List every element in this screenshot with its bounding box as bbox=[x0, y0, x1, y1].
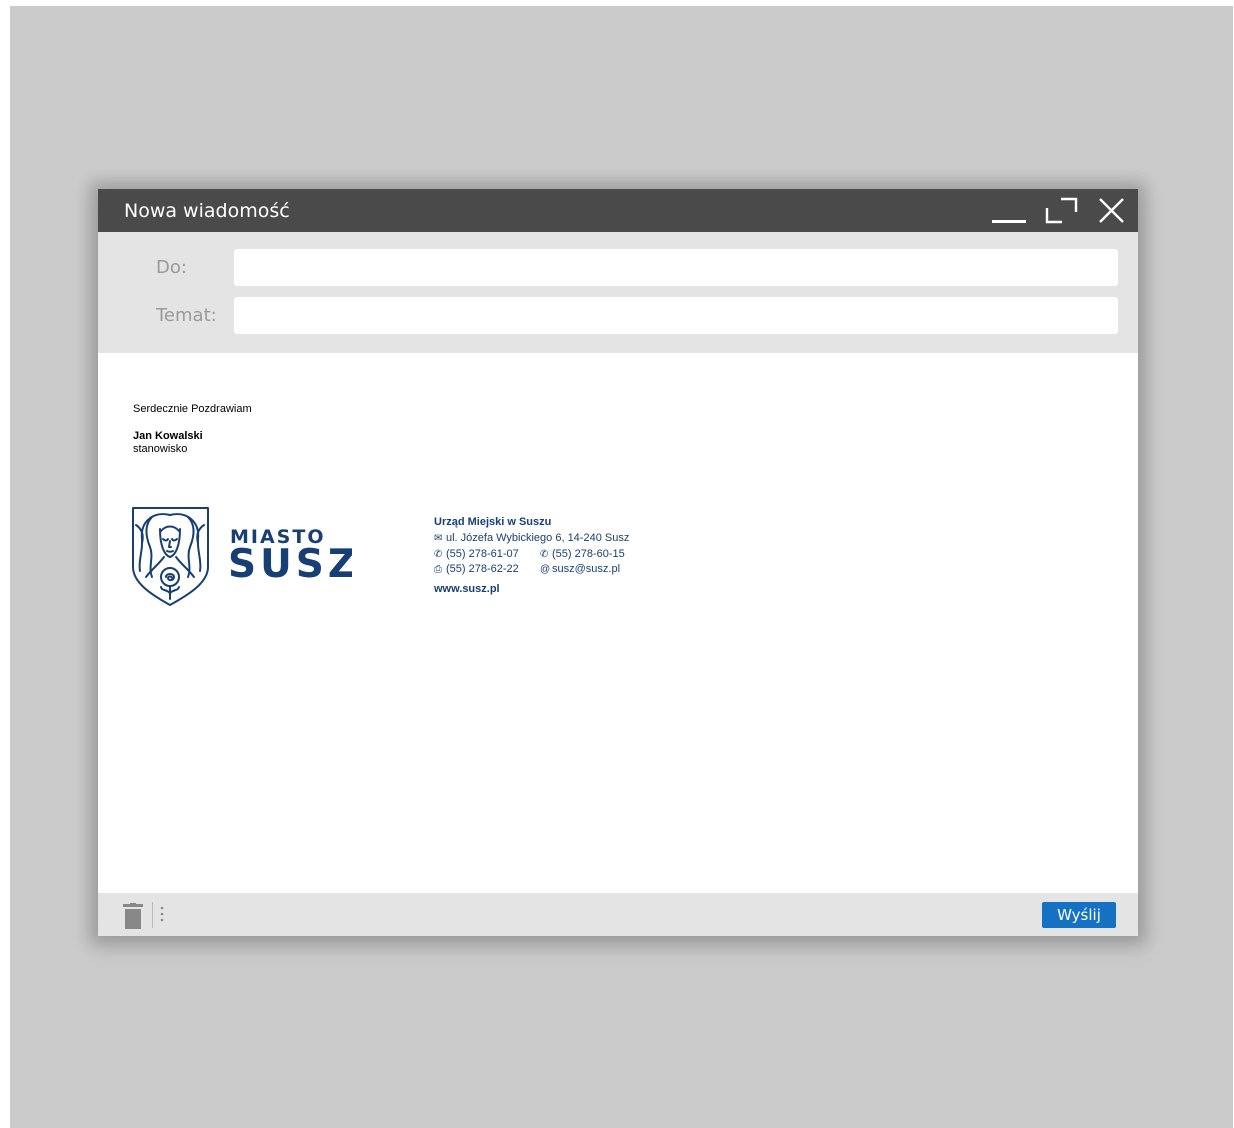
office-phone1: (55) 278-61-07 bbox=[446, 548, 519, 560]
minimize-button[interactable] bbox=[990, 195, 1026, 225]
office-address-row: ✉ ul. Józefa Wybickiego 6, 14-240 Susz bbox=[434, 531, 629, 546]
maximize-button[interactable] bbox=[1044, 195, 1080, 225]
office-email-row: @ susz@susz.pl bbox=[540, 562, 620, 577]
message-header-fields: Do: Temat: bbox=[98, 232, 1138, 353]
to-input[interactable] bbox=[234, 249, 1118, 286]
crest-woman-rose-icon: MIASTO SUSZ bbox=[132, 507, 356, 606]
logo-line2: SUSZ bbox=[228, 542, 352, 587]
trash-icon bbox=[123, 903, 143, 929]
miasto-susz-logo: MIASTO SUSZ bbox=[132, 507, 356, 612]
phone-icon: ✆ bbox=[434, 549, 443, 560]
close-icon bbox=[1099, 198, 1124, 223]
title-bar: Nowa wiadomość bbox=[98, 189, 1138, 232]
office-fax: (55) 278-62-22 bbox=[446, 563, 519, 575]
more-vertical-icon bbox=[160, 906, 164, 922]
office-fax-row: ⎙ (55) 278-62-22 bbox=[434, 562, 519, 577]
phone-icon: ✆ bbox=[540, 549, 549, 560]
office-phone2-row: ✆ (55) 278-60-15 bbox=[540, 547, 625, 562]
office-address: ul. Józefa Wybickiego 6, 14-240 Susz bbox=[446, 532, 630, 544]
envelope-icon: ✉ bbox=[434, 533, 443, 544]
office-name: Urząd Miejski w Suszu bbox=[434, 516, 552, 528]
window-title: Nowa wiadomość bbox=[124, 200, 290, 222]
send-button[interactable]: Wyślij bbox=[1042, 902, 1116, 928]
signature-name: Jan Kowalski bbox=[133, 430, 203, 442]
expand-icon bbox=[1045, 197, 1078, 224]
greeting-text: Serdecznie Pozdrawiam bbox=[133, 403, 252, 415]
at-icon: @ bbox=[540, 564, 551, 575]
compose-window: Nowa wiadomość Do: Temat: Serdecznie Poz… bbox=[98, 189, 1138, 936]
office-phone2: (55) 278-60-15 bbox=[552, 548, 625, 560]
printer-icon: ⎙ bbox=[434, 564, 442, 575]
close-button[interactable] bbox=[1095, 195, 1131, 225]
footer-divider bbox=[152, 902, 153, 928]
office-phone1-row: ✆ (55) 278-61-07 bbox=[434, 547, 519, 562]
office-email[interactable]: susz@susz.pl bbox=[552, 563, 620, 575]
message-body[interactable]: Serdecznie Pozdrawiam Jan Kowalski stano… bbox=[98, 353, 1138, 893]
more-options-button[interactable] bbox=[159, 905, 165, 930]
minimize-icon bbox=[992, 220, 1026, 223]
subject-label: Temat: bbox=[156, 305, 217, 326]
office-website[interactable]: www.susz.pl bbox=[434, 582, 500, 596]
delete-draft-button[interactable] bbox=[123, 903, 143, 934]
subject-input[interactable] bbox=[234, 297, 1118, 334]
compose-footer: Wyślij bbox=[98, 893, 1138, 936]
signature-role: stanowisko bbox=[133, 443, 188, 455]
to-label: Do: bbox=[156, 257, 187, 278]
